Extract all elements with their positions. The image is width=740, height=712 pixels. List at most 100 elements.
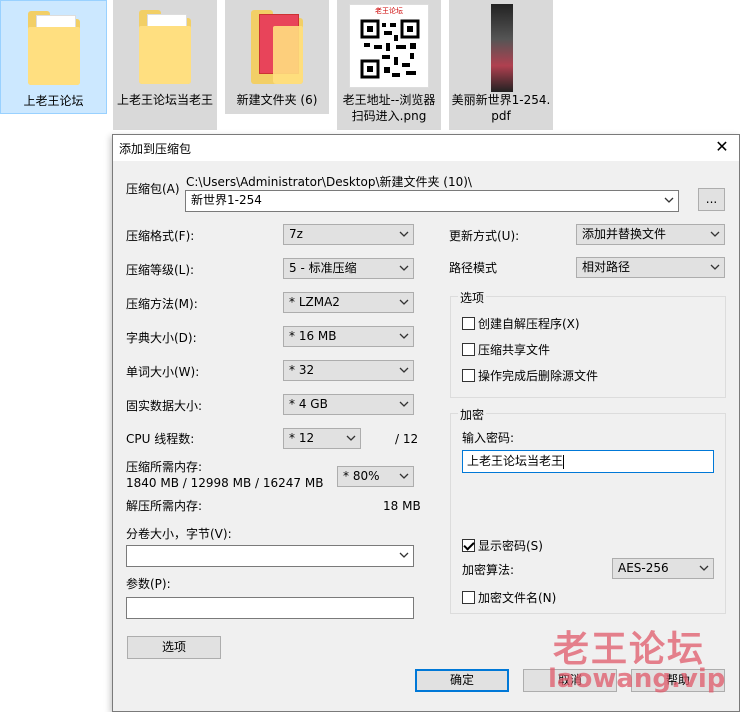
dialog-title: 添加到压缩包 bbox=[119, 142, 192, 156]
chevron-down-icon bbox=[663, 194, 675, 206]
path-mode-value: 相对路径 bbox=[582, 260, 631, 274]
chevron-down-icon bbox=[398, 364, 410, 376]
chevron-down-icon bbox=[709, 228, 721, 240]
level-label: 压缩等级(L): bbox=[126, 263, 195, 277]
qr-thumb-title: 老王论坛 bbox=[375, 7, 403, 15]
delete-label: 操作完成后删除源文件 bbox=[478, 369, 599, 383]
params-input[interactable] bbox=[126, 597, 414, 619]
archive-name-value: 新世界1-254 bbox=[191, 193, 262, 207]
cpu-select[interactable]: * 12 bbox=[283, 428, 361, 449]
browse-button[interactable]: ... bbox=[698, 188, 725, 211]
cpu-total: / 12 bbox=[395, 432, 419, 446]
method-value: * LZMA2 bbox=[289, 295, 340, 309]
desktop-item-folder-2[interactable]: 上老王论坛当老王 bbox=[113, 0, 217, 130]
algo-label: 加密算法: bbox=[462, 563, 515, 577]
update-value: 添加并替换文件 bbox=[582, 227, 667, 241]
encryption-group-title: 加密 bbox=[458, 408, 487, 422]
method-select[interactable]: * LZMA2 bbox=[283, 292, 414, 313]
format-label: 压缩格式(F): bbox=[126, 229, 195, 243]
desktop-item-label: 老王地址--浏览器扫码进入.png bbox=[342, 93, 436, 123]
level-value: 5 - 标准压缩 bbox=[289, 261, 357, 275]
solid-select[interactable]: * 4 GB bbox=[283, 394, 414, 415]
password-value: 上老王论坛当老王 bbox=[467, 454, 564, 468]
volume-select[interactable] bbox=[126, 545, 414, 567]
folder-icon bbox=[24, 5, 84, 89]
watermark-url: laowang.vip bbox=[548, 664, 726, 694]
dict-value: * 16 MB bbox=[289, 329, 337, 343]
word-label: 单词大小(W): bbox=[126, 365, 200, 379]
qr-code-image-icon: 老王论坛 bbox=[349, 4, 429, 88]
desktop-item-label: 上老王论坛 bbox=[23, 94, 84, 108]
chevron-down-icon bbox=[398, 228, 410, 240]
format-value: 7z bbox=[289, 227, 303, 241]
show-password-checkbox[interactable]: 显示密码(S) bbox=[462, 537, 543, 554]
folder-icon bbox=[247, 4, 307, 88]
checkbox-icon bbox=[462, 591, 475, 604]
mem-value: * 80% bbox=[343, 469, 380, 483]
chevron-down-icon bbox=[398, 262, 410, 274]
pdf-file-icon bbox=[471, 4, 531, 92]
desktop-item-label: 新建文件夹 (6) bbox=[236, 93, 318, 107]
archive-label: 压缩包(A) bbox=[126, 182, 180, 196]
volume-label: 分卷大小，字节(V): bbox=[126, 527, 232, 541]
dict-label: 字典大小(D): bbox=[126, 331, 197, 345]
cpu-label: CPU 线程数: bbox=[126, 432, 195, 446]
format-select[interactable]: 7z bbox=[283, 224, 414, 245]
checkbox-icon bbox=[462, 317, 475, 330]
word-value: * 32 bbox=[289, 363, 315, 377]
algo-value: AES-256 bbox=[618, 561, 669, 575]
options-group-title: 选项 bbox=[458, 291, 487, 305]
update-select[interactable]: 添加并替换文件 bbox=[576, 224, 725, 245]
desktop-item-png[interactable]: 老王论坛 老王地址--浏览器扫码进入.png bbox=[337, 0, 441, 130]
shared-label: 压缩共享文件 bbox=[478, 343, 551, 357]
qr-code-icon bbox=[360, 19, 420, 81]
dialog-titlebar: 添加到压缩包 ✕ bbox=[113, 135, 739, 161]
solid-label: 固实数据大小: bbox=[126, 399, 203, 413]
mem-detail: 1840 MB / 12998 MB / 16247 MB bbox=[126, 476, 324, 490]
word-select[interactable]: * 32 bbox=[283, 360, 414, 381]
delete-checkbox[interactable]: 操作完成后删除源文件 bbox=[462, 367, 598, 384]
cpu-value: * 12 bbox=[289, 431, 315, 445]
sfx-label: 创建自解压程序(X) bbox=[478, 317, 580, 331]
password-input[interactable]: 上老王论坛当老王 bbox=[462, 450, 714, 473]
desktop-item-pdf[interactable]: 美丽新世界1-254.pdf bbox=[449, 0, 553, 130]
checkbox-checked-icon bbox=[462, 539, 475, 552]
encrypt-names-checkbox[interactable]: 加密文件名(N) bbox=[462, 589, 556, 606]
desktop-item-folder-3[interactable]: 新建文件夹 (6) bbox=[225, 0, 329, 114]
path-mode-select[interactable]: 相对路径 bbox=[576, 257, 725, 278]
decomp-value: 18 MB bbox=[383, 499, 421, 513]
archive-path: C:\Users\Administrator\Desktop\新建文件夹 (10… bbox=[186, 175, 472, 189]
close-icon[interactable]: ✕ bbox=[705, 135, 739, 161]
chevron-down-icon bbox=[398, 549, 410, 561]
ok-button[interactable]: 确定 bbox=[415, 669, 509, 692]
decomp-label: 解压所需内存: bbox=[126, 499, 203, 513]
shared-checkbox[interactable]: 压缩共享文件 bbox=[462, 341, 550, 358]
checkbox-icon bbox=[462, 343, 475, 356]
encrypt-names-label: 加密文件名(N) bbox=[478, 591, 557, 605]
chevron-down-icon bbox=[398, 398, 410, 410]
show-password-label: 显示密码(S) bbox=[478, 539, 543, 553]
update-label: 更新方式(U): bbox=[449, 229, 520, 243]
level-select[interactable]: 5 - 标准压缩 bbox=[283, 258, 414, 279]
chevron-down-icon bbox=[698, 562, 710, 574]
text-cursor bbox=[563, 454, 565, 469]
desktop-item-folder-1[interactable]: 上老王论坛 bbox=[0, 0, 107, 114]
dict-select[interactable]: * 16 MB bbox=[283, 326, 414, 347]
mem-label: 压缩所需内存: bbox=[126, 460, 203, 474]
desktop-item-label: 上老王论坛当老王 bbox=[116, 93, 213, 107]
checkbox-icon bbox=[462, 369, 475, 382]
archive-name-field[interactable]: 新世界1-254 bbox=[185, 190, 679, 212]
mem-select[interactable]: * 80% bbox=[337, 466, 414, 487]
chevron-down-icon bbox=[709, 261, 721, 273]
path-mode-label: 路径模式 bbox=[449, 261, 498, 275]
method-label: 压缩方法(M): bbox=[126, 297, 198, 311]
params-label: 参数(P): bbox=[126, 577, 171, 591]
options-button[interactable]: 选项 bbox=[127, 636, 221, 659]
chevron-down-icon bbox=[398, 330, 410, 342]
password-label: 输入密码: bbox=[462, 431, 515, 445]
sfx-checkbox[interactable]: 创建自解压程序(X) bbox=[462, 315, 580, 332]
algo-select[interactable]: AES-256 bbox=[612, 558, 714, 579]
solid-value: * 4 GB bbox=[289, 397, 328, 411]
chevron-down-icon bbox=[345, 432, 357, 444]
desktop-item-label: 美丽新世界1-254.pdf bbox=[451, 93, 551, 123]
